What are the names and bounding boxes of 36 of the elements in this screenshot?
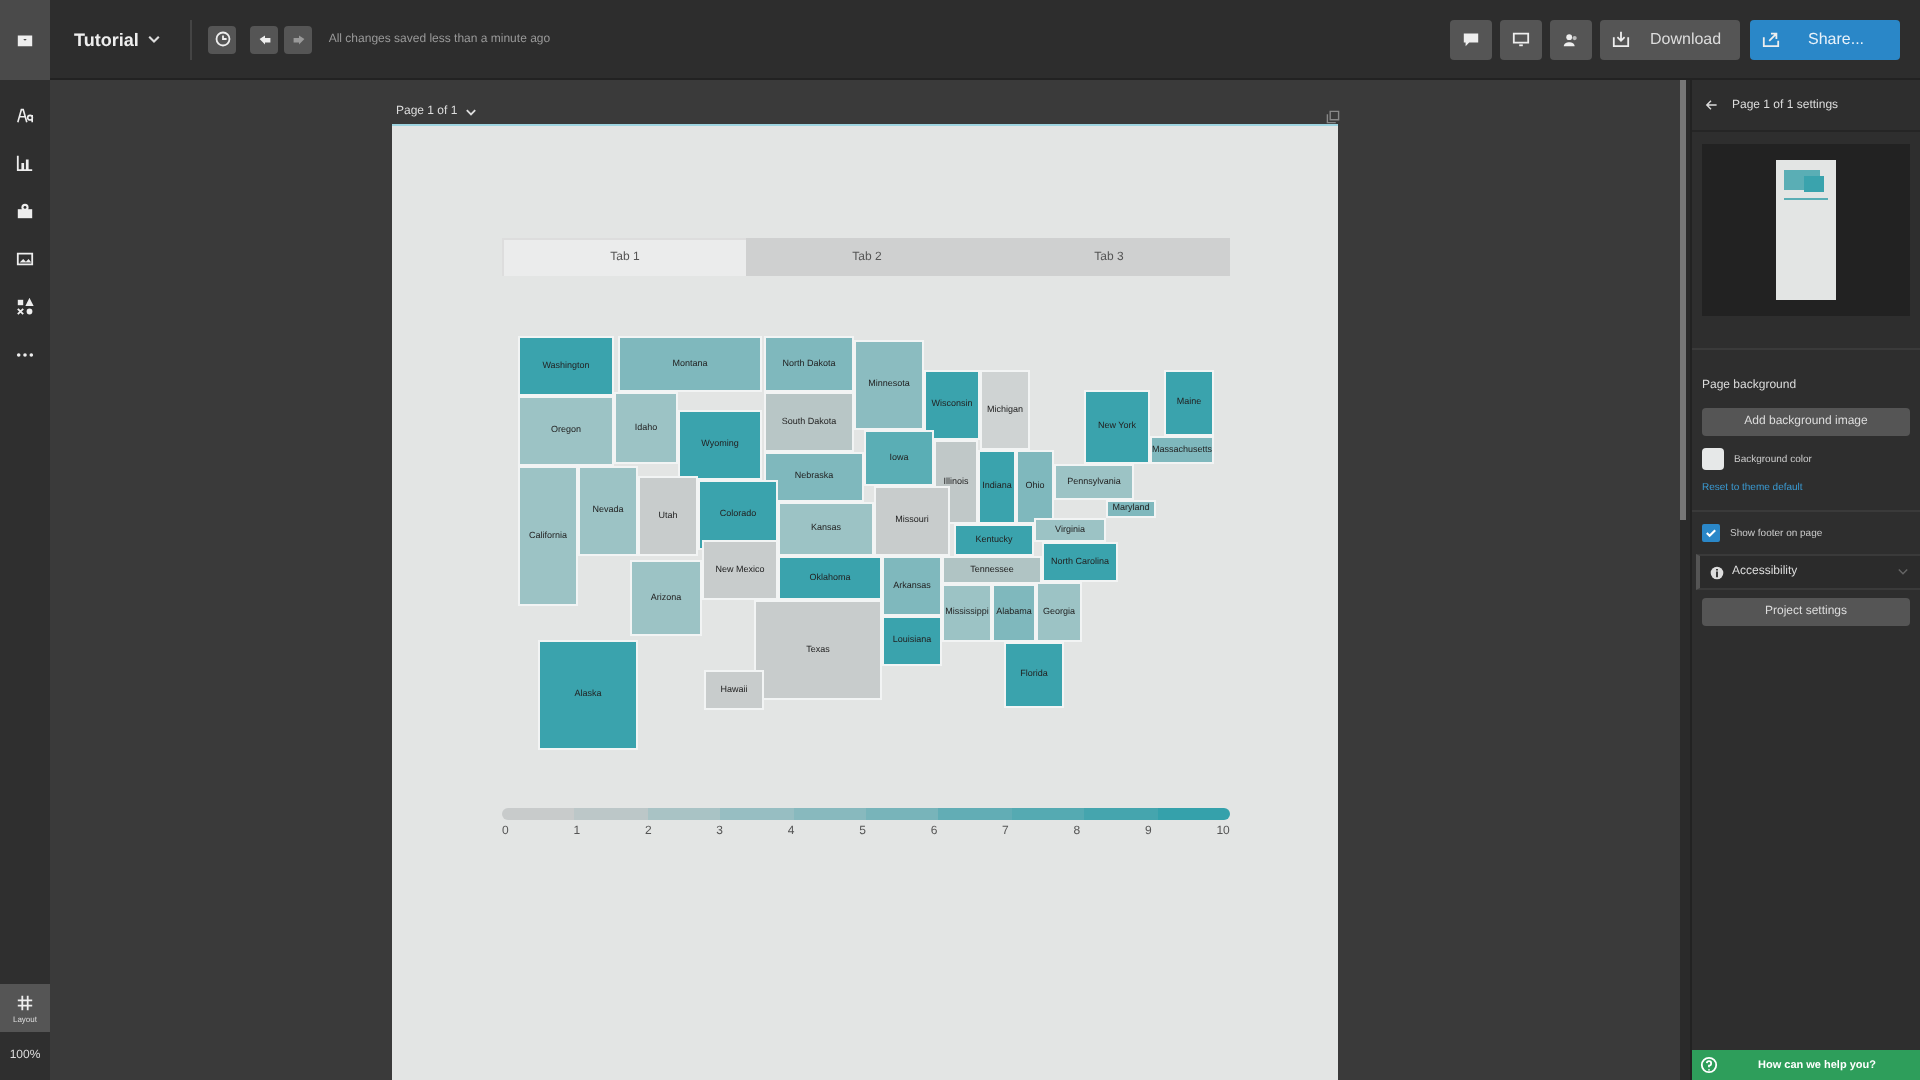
history-button[interactable] xyxy=(208,25,237,53)
project-menu[interactable]: Tutorial xyxy=(70,21,167,57)
redo-button[interactable] xyxy=(284,25,313,53)
duplicate-icon xyxy=(1326,110,1340,124)
undo-button[interactable] xyxy=(250,25,279,53)
caret-icon xyxy=(146,31,163,47)
inbox-icon xyxy=(16,30,34,48)
bar-chart-icon xyxy=(16,153,34,171)
help-icon xyxy=(1700,1056,1718,1074)
redo-icon xyxy=(289,30,308,48)
download-icon xyxy=(1612,30,1630,48)
collaborators-button[interactable] xyxy=(1550,19,1592,59)
share-button[interactable]: Share... xyxy=(1750,19,1900,59)
undo-icon xyxy=(255,30,274,48)
speech-bubble-icon xyxy=(1462,30,1480,48)
monitor-icon xyxy=(1512,30,1530,48)
chevron-icon xyxy=(1896,563,1910,577)
inbox-button[interactable] xyxy=(0,0,50,79)
grid-icon xyxy=(16,993,34,1011)
checkbox[interactable] xyxy=(1702,524,1720,542)
text-icon xyxy=(16,105,34,123)
image-icon xyxy=(16,249,34,267)
people-icon xyxy=(1562,30,1580,48)
back-button[interactable] xyxy=(1704,98,1718,112)
comment-button[interactable] xyxy=(1450,19,1492,59)
clock-icon xyxy=(213,30,232,48)
check-icon xyxy=(1704,526,1718,540)
shapes-icon xyxy=(16,297,34,315)
share-icon xyxy=(1762,30,1780,48)
download-button[interactable]: Download xyxy=(1600,19,1740,59)
present-button[interactable] xyxy=(1500,19,1542,59)
back-arrow-icon xyxy=(1704,98,1718,112)
caret-icon xyxy=(463,105,478,119)
color-swatch[interactable] xyxy=(1702,448,1724,470)
info-icon xyxy=(1710,565,1724,579)
thumbnail-drawing xyxy=(1776,160,1836,300)
